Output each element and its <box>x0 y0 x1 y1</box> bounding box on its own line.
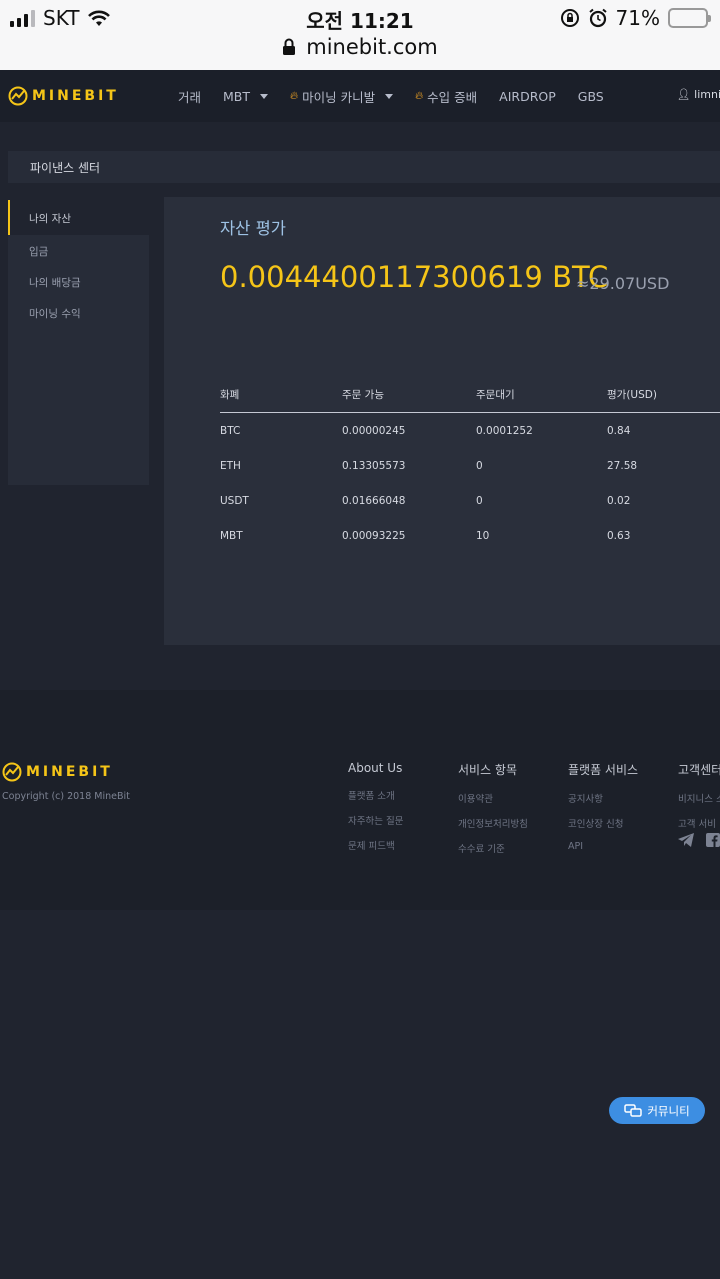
footer-link[interactable]: 비지니스 소 <box>678 791 720 805</box>
nav-label: 거래 <box>178 89 202 105</box>
alarm-icon <box>588 8 607 28</box>
footer-link[interactable]: 개인정보처리방침 <box>458 816 528 830</box>
nav-label: 마이닝 카니발 <box>302 89 376 105</box>
cell-currency: USDT <box>220 494 249 507</box>
footer-link[interactable]: API <box>568 841 638 852</box>
nav-item-income-boost[interactable]: 🔥︎ 수입 증배 <box>415 87 477 106</box>
footer: MINEBIT Copyright (c) 2018 MineBit About… <box>0 690 720 910</box>
header-pending: 주문대기 <box>476 389 515 401</box>
url-text: minebit.com <box>306 35 438 59</box>
table-header: 화폐 주문 가능 주문대기 평가(USD) <box>220 377 720 413</box>
table-row: BTC 0.00000245 0.0001252 0.84 <box>220 413 720 448</box>
table-row: USDT 0.01666048 0 0.02 <box>220 483 720 518</box>
status-right: 71% <box>560 6 711 30</box>
cell-valuation: 0.63 <box>607 529 631 542</box>
orientation-lock-icon <box>560 9 579 27</box>
top-nav: MINEBIT 거래 MBT 🔥︎ 마이닝 카니발 🔥︎ 수입 증배 AIRDROP… <box>0 70 720 122</box>
footer-col-title: 고객센터 <box>678 763 720 777</box>
footer-link[interactable]: 이용약관 <box>458 791 528 805</box>
flame-icon: 🔥︎ <box>290 89 299 102</box>
cell-available: 0.13305573 <box>342 459 406 472</box>
cell-valuation: 27.58 <box>607 459 638 472</box>
total-usd-value: ≈29.07USD <box>576 274 670 293</box>
nav-menu: 거래 MBT 🔥︎ 마이닝 카니발 🔥︎ 수입 증배 AIRDROP GBS <box>178 70 626 122</box>
copyright: Copyright (c) 2018 MineBit <box>2 791 130 802</box>
header-available: 주문 가능 <box>342 389 384 401</box>
cell-pending: 0 <box>476 459 483 472</box>
chevron-down-icon <box>385 93 394 99</box>
table-row: MBT 0.00093225 10 0.63 <box>220 518 720 553</box>
nav-item-mbt[interactable]: MBT <box>223 88 269 104</box>
community-label: 커뮤니티 <box>647 1103 690 1118</box>
sidebar-item-my-assets[interactable]: 나의 자산 <box>8 200 149 235</box>
header-currency: 화폐 <box>220 389 240 401</box>
footer-link[interactable]: 수수료 기준 <box>458 841 528 855</box>
footer-col-platform: 플랫폼 서비스 공지사항 코인상장 신청 API <box>568 761 638 863</box>
footer-col-about: About Us 플랫폼 소개 자주하는 질문 문제 피드백 <box>348 761 403 863</box>
community-button[interactable]: 커뮤니티 <box>609 1097 705 1124</box>
asset-panel: 자산 평가 0.0044400117300619 BTC ≈29.07USD 화… <box>164 197 720 645</box>
battery-percent: 71% <box>615 6 660 30</box>
footer-col-services: 서비스 항목 이용약관 개인정보처리방침 수수료 기준 <box>458 761 528 866</box>
footer-link[interactable]: 코인상장 신청 <box>568 816 638 830</box>
flame-icon: 🔥︎ <box>415 89 424 102</box>
battery-icon <box>668 8 711 28</box>
cell-currency: ETH <box>220 459 241 472</box>
cell-pending: 0.0001252 <box>476 424 533 437</box>
nav-item-airdrop[interactable]: AIRDROP <box>499 89 556 104</box>
sidebar-item-deposit[interactable]: 입금 <box>8 235 149 266</box>
nav-item-mining-carnival[interactable]: 🔥︎ 마이닝 카니발 <box>290 87 394 106</box>
logo-text: MINEBIT <box>26 764 113 780</box>
chat-icon <box>624 1103 643 1117</box>
user-name: limnin <box>694 88 720 101</box>
cell-valuation: 0.84 <box>607 424 631 437</box>
telegram-icon[interactable] <box>678 833 694 847</box>
ios-status-bar: SKT 오전 11:21 71% minebit.com <box>0 0 720 70</box>
footer-logo[interactable]: MINEBIT <box>2 762 113 782</box>
sidebar-item-mining-income[interactable]: 마이닝 수익 <box>8 297 149 328</box>
cell-pending: 10 <box>476 529 490 542</box>
sidebar: 나의 자산 입금 나의 배당금 마이닝 수익 <box>8 200 149 485</box>
footer-col-title: About Us <box>348 761 403 775</box>
header-valuation: 평가(USD) <box>607 389 657 401</box>
breadcrumb: 파이낸스 센터 <box>8 151 720 183</box>
footer-link[interactable]: 고객 서비 <box>678 816 720 830</box>
user-menu[interactable]: 👤︎ limnin <box>677 88 720 101</box>
chevron-down-icon <box>260 93 269 99</box>
table-row: ETH 0.13305573 0 27.58 <box>220 448 720 483</box>
user-icon: 👤︎ <box>676 88 691 101</box>
nav-label: MBT <box>223 88 251 104</box>
url-bar[interactable]: minebit.com <box>0 35 720 59</box>
minebit-logo[interactable]: MINEBIT <box>8 86 119 106</box>
cell-currency: MBT <box>220 529 243 542</box>
page-title: 자산 평가 <box>220 219 286 238</box>
footer-link[interactable]: 공지사항 <box>568 791 638 805</box>
footer-link[interactable]: 플랫폼 소개 <box>348 788 403 802</box>
sidebar-item-dividends[interactable]: 나의 배당금 <box>8 266 149 297</box>
cell-currency: BTC <box>220 424 241 437</box>
footer-col-support: 고객센터 비지니스 소 고객 서비 <box>678 761 720 841</box>
minebit-logo-icon <box>2 762 22 782</box>
footer-col-title: 서비스 항목 <box>458 763 518 777</box>
minebit-logo-icon <box>8 86 28 106</box>
nav-item-trade[interactable]: 거래 <box>178 87 201 106</box>
nav-label: GBS <box>577 88 604 104</box>
cell-available: 0.00000245 <box>342 424 406 437</box>
cell-pending: 0 <box>476 494 483 507</box>
footer-link[interactable]: 문제 피드백 <box>348 838 403 852</box>
cell-available: 0.01666048 <box>342 494 406 507</box>
facebook-icon[interactable] <box>706 833 720 847</box>
social-links <box>678 833 720 847</box>
assets-table: 화폐 주문 가능 주문대기 평가(USD) BTC 0.00000245 0.0… <box>220 377 720 553</box>
nav-label: 수입 증배 <box>427 89 478 105</box>
nav-item-gbs[interactable]: GBS <box>578 89 604 104</box>
nav-label: AIRDROP <box>499 88 556 104</box>
lock-icon <box>283 38 296 55</box>
footer-col-title: 플랫폼 서비스 <box>568 763 639 777</box>
total-btc-value: 0.0044400117300619 BTC <box>220 260 609 294</box>
cell-valuation: 0.02 <box>607 494 631 507</box>
logo-text: MINEBIT <box>32 88 119 104</box>
footer-link[interactable]: 자주하는 질문 <box>348 813 403 827</box>
cell-available: 0.00093225 <box>342 529 406 542</box>
